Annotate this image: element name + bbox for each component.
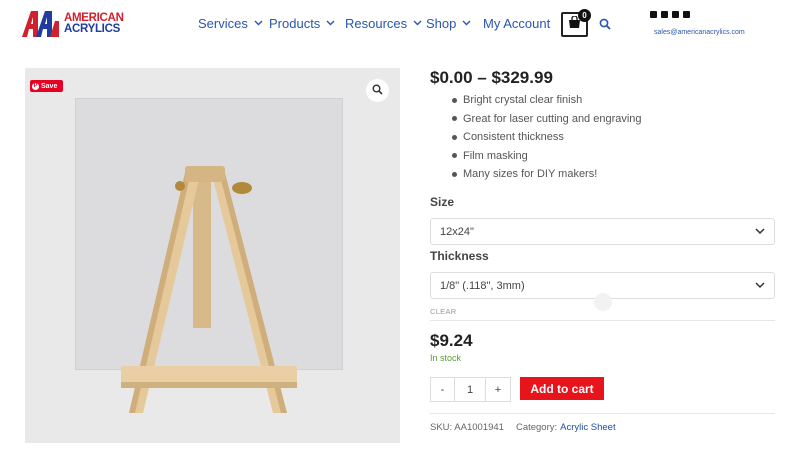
wooden-easel-photo [121, 166, 297, 413]
nav-my-account[interactable]: My Account [483, 16, 553, 31]
nav-my-account-label: My Account [483, 16, 551, 31]
quantity-increase-button[interactable]: + [486, 378, 510, 401]
pinterest-save-label: Save [41, 82, 58, 90]
nav-services-label: Services [198, 16, 248, 31]
product-image[interactable] [25, 68, 400, 443]
chevron-down-icon [326, 18, 335, 29]
price-range: $0.00 – $329.99 [430, 68, 553, 87]
size-select[interactable]: 12x24" [430, 218, 775, 245]
chevron-down-icon [254, 18, 263, 29]
category-link[interactable]: Acrylic Sheet [560, 422, 615, 433]
facebook-icon[interactable] [661, 11, 668, 18]
nav-services[interactable]: Services [198, 16, 269, 31]
nav-products[interactable]: Products [269, 16, 345, 31]
linkedin-icon[interactable] [650, 11, 657, 18]
divider [430, 413, 775, 414]
variation-price: $9.24 [430, 331, 473, 350]
add-to-cart-button[interactable]: Add to cart [520, 377, 604, 400]
feature-item: Bright crystal clear finish [452, 91, 642, 110]
feature-item: Film masking [452, 147, 642, 166]
chevron-down-icon [413, 18, 422, 29]
magnifier-icon [372, 82, 383, 100]
nav-resources[interactable]: Resources [345, 16, 426, 31]
feature-item: Great for laser cutting and engraving [452, 110, 642, 129]
nav-products-label: Products [269, 16, 321, 31]
cart-count-badge: 0 [578, 9, 591, 22]
divider [430, 320, 775, 321]
instagram-icon[interactable] [672, 11, 679, 18]
pinterest-save-button[interactable]: P Save [30, 80, 63, 92]
chevron-down-icon [462, 18, 471, 29]
chevron-down-icon [755, 280, 765, 293]
feature-list: Bright crystal clear finish Great for la… [452, 91, 642, 184]
quantity-stepper: - 1 + [430, 377, 511, 402]
feature-item: Many sizes for DIY makers! [452, 165, 642, 184]
nav-shop-label: Shop [426, 16, 457, 31]
category-label: Category: [515, 422, 558, 433]
logo-mark [22, 11, 62, 37]
site-header: AMERICAN ACRYLICS Services Products Reso… [0, 0, 800, 52]
thickness-select-value: 1/8" (.118", 3mm) [440, 279, 525, 292]
main-nav: Services Products Resources Shop My Acco… [198, 16, 553, 31]
stock-status: In stock [430, 353, 462, 363]
brand-logo[interactable]: AMERICAN ACRYLICS [22, 10, 132, 38]
sku: SKU: AA1001941 [430, 422, 504, 433]
social-links [650, 11, 690, 18]
product-meta: SKU: AA1001941 Category: Acrylic Sheet [430, 422, 616, 433]
search-icon[interactable] [599, 17, 611, 35]
size-label: Size [430, 195, 455, 209]
quantity-input[interactable]: 1 [455, 378, 486, 401]
brand-line-2: ACRYLICS [64, 23, 120, 35]
quantity-decrease-button[interactable]: - [431, 378, 455, 401]
clear-selection-link[interactable]: CLEAR [430, 307, 457, 316]
size-select-value: 12x24" [440, 225, 474, 238]
feature-item: Consistent thickness [452, 128, 642, 147]
nav-resources-label: Resources [345, 16, 408, 31]
brand-name: AMERICAN ACRYLICS [64, 12, 124, 35]
twitter-icon[interactable] [683, 11, 690, 18]
nav-shop[interactable]: Shop [426, 16, 483, 31]
chevron-down-icon [755, 226, 765, 239]
loading-spinner [594, 293, 612, 311]
zoom-button[interactable] [366, 79, 389, 102]
pinterest-icon: P [32, 82, 39, 90]
contact-email-link[interactable]: sales@americanacrylics.com [654, 29, 745, 36]
thickness-label: Thickness [430, 249, 489, 263]
